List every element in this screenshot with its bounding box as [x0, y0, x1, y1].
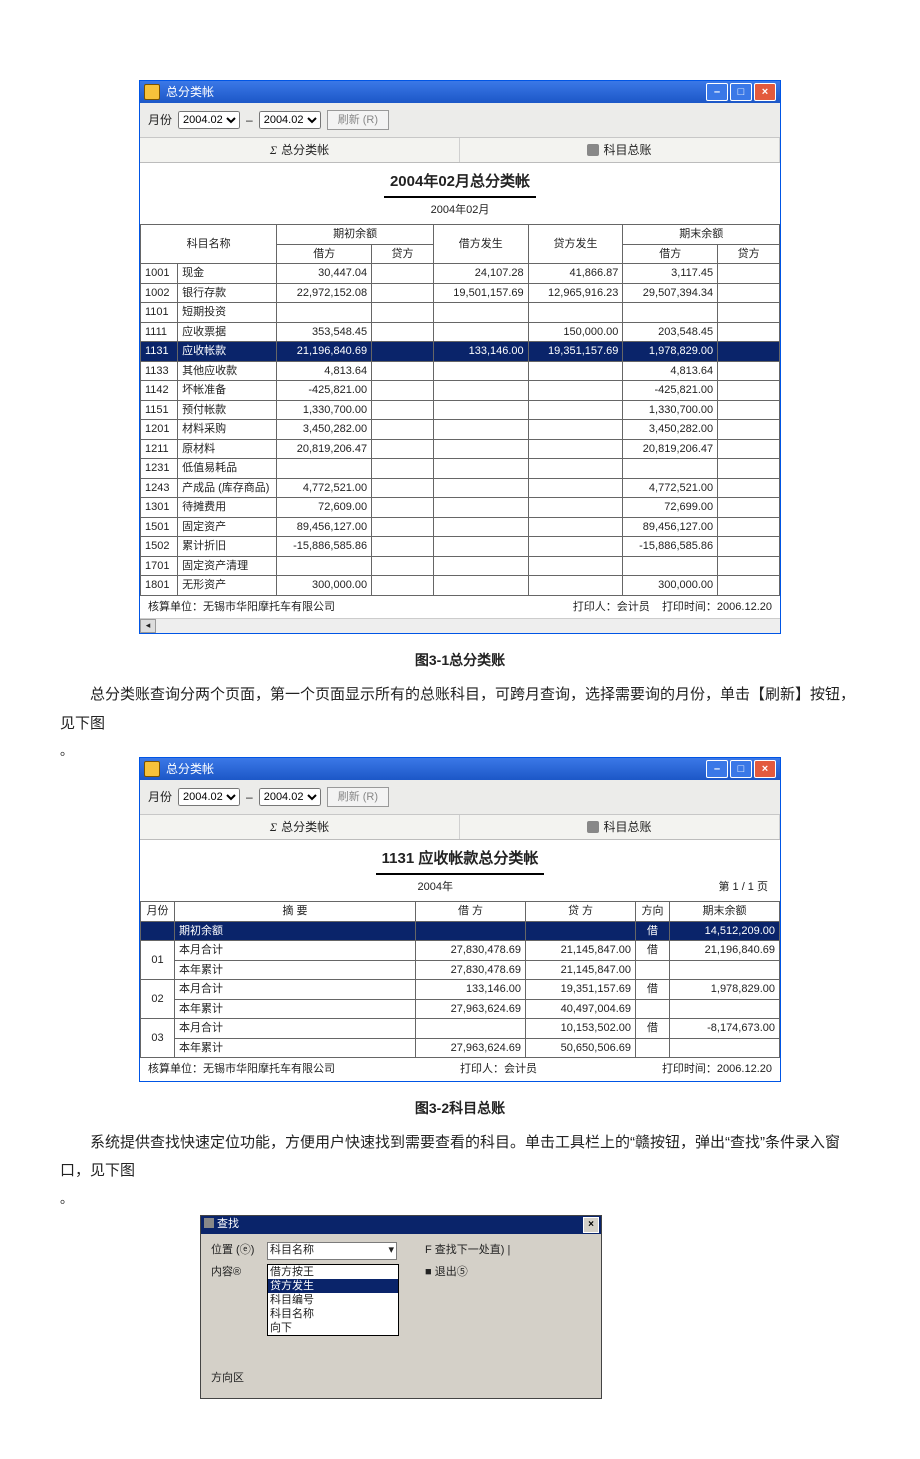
month-from-select[interactable]: 2004.02 [178, 111, 240, 129]
content-label: 内容® [211, 1264, 259, 1281]
table-row[interactable]: 01本月合计27,830,478.6921,145,847.00借21,196,… [141, 941, 780, 961]
refresh-button[interactable]: 刷新 (R) [327, 110, 389, 131]
report-1: 2004年02月总分类帐 2004年02月 科目名称 期初余额 借方发生 贷方发… [140, 163, 780, 633]
report-2-title: 1131 应收帐款总分类帐 [376, 848, 545, 875]
tabbar-1: Σ总分类帐 科目总账 [140, 138, 780, 163]
table-row[interactable]: 期初余额借14,512,209.00 [141, 921, 780, 941]
scroll-left-icon[interactable]: ◂ [140, 619, 156, 633]
table-row[interactable]: 1142坏帐准备-425,821.00-425,821.00 [141, 381, 780, 401]
position-label: 位置 (ⓔ) [211, 1242, 259, 1259]
month-label: 月份 [148, 111, 172, 129]
figure-2-window: 总分类帐 – □ × 月份 2004.02 – 2004.02 刷新 (R) Σ… [139, 757, 781, 1082]
table-row[interactable]: 1002银行存款22,972,152.0819,501,157.6912,965… [141, 283, 780, 303]
table-row[interactable]: 1502累计折旧-15,886,585.86-15,886,585.86 [141, 537, 780, 557]
table-row[interactable]: 1211原材料20,819,206.4720,819,206.47 [141, 439, 780, 459]
figure-1-window: 总分类帐 – □ × 月份 2004.02 – 2004.02 刷新 (R) Σ… [139, 80, 781, 634]
tabbar-2: Σ总分类帐 科目总账 [140, 815, 780, 840]
window-2-title: 总分类帐 [166, 760, 214, 778]
figure-2-caption: 图3-2科目总账 [60, 1098, 860, 1119]
table-row[interactable]: 1301待摊费用72,609.0072,699.00 [141, 498, 780, 518]
tab-account-ledger[interactable]: 科目总账 [460, 815, 780, 839]
close-button[interactable]: × [754, 83, 776, 101]
grid-icon [587, 144, 599, 156]
table-row[interactable]: 1231低值易耗品 [141, 459, 780, 479]
report-2-subtitle: 2004年 [152, 879, 718, 896]
minimize-button[interactable]: – [706, 760, 728, 778]
report-1-footer: 核算单位：无锡市华阳摩托车有限公司 打印人：会计员 打印时间：2006.12.2… [140, 596, 780, 619]
search-icon [204, 1218, 214, 1228]
direction-label: 方向区 [211, 1370, 259, 1387]
table-row[interactable]: 本年累计27,830,478.6921,145,847.00 [141, 960, 780, 980]
h-scrollbar[interactable]: ◂ [140, 618, 780, 633]
table-row[interactable]: 1151预付帐款1,330,700.001,330,700.00 [141, 400, 780, 420]
report-2-page: 第 1 / 1 页 [718, 879, 768, 896]
table-row[interactable]: 1101短期投资 [141, 303, 780, 323]
app-icon [144, 761, 160, 777]
ledger-table-1: 科目名称 期初余额 借方发生 贷方发生 期末余额 借方 贷方 借方 贷方 100… [140, 224, 780, 596]
find-dialog-titlebar: 查找 × [201, 1216, 601, 1234]
table-row[interactable]: 02本月合计133,146.0019,351,157.69借1,978,829.… [141, 980, 780, 1000]
list-item[interactable]: 贷方发生 [268, 1279, 398, 1293]
report-2: 1131 应收帐款总分类帐 2004年 第 1 / 1 页 月份 摘 要 借 方… [140, 840, 780, 1081]
paragraph-1: 总分类账查询分两个页面，第一个页面显示所有的总账科目，可跨月查询，选择需要询的月… [60, 681, 860, 738]
list-item[interactable]: 科目名称 [268, 1307, 398, 1321]
window-1-title: 总分类帐 [166, 83, 214, 101]
list-item[interactable]: 借方按王 [268, 1265, 398, 1279]
app-icon [144, 84, 160, 100]
find-dialog: 查找 × 位置 (ⓔ) 科目名称▾ F 查找下一处直) | 内容® 借方按王贷方… [200, 1215, 602, 1400]
table-row[interactable]: 1131应收帐款21,196,840.69133,146.0019,351,15… [141, 342, 780, 362]
ledger-table-2: 月份 摘 要 借 方 贷 方 方向 期末余额 期初余额借14,512,209.0… [140, 901, 780, 1058]
table-row[interactable]: 1001现金30,447.0424,107.2841,866.873,117.4… [141, 264, 780, 284]
window-1-titlebar: 总分类帐 – □ × [140, 81, 780, 103]
list-item[interactable]: 向下 [268, 1321, 398, 1335]
toolbar-1: 月份 2004.02 – 2004.02 刷新 (R) [140, 103, 780, 138]
bullet-1: 。 [60, 744, 860, 757]
grid-icon [587, 821, 599, 833]
list-item[interactable]: 科目编号 [268, 1293, 398, 1307]
find-next-button[interactable]: F 查找下一处直) | [425, 1244, 510, 1256]
tab-general-ledger[interactable]: Σ总分类帐 [140, 815, 460, 839]
month-to-select[interactable]: 2004.02 [259, 788, 321, 806]
chevron-down-icon: ▾ [388, 1242, 394, 1259]
bullet-2: 。 [60, 1192, 860, 1205]
table-row[interactable]: 1111应收票据353,548.45150,000.00203,548.45 [141, 322, 780, 342]
table-row[interactable]: 本年累计27,963,624.6940,497,004.69 [141, 999, 780, 1019]
toolbar-2: 月份 2004.02 – 2004.02 刷新 (R) [140, 780, 780, 815]
month-from-select[interactable]: 2004.02 [178, 788, 240, 806]
content-select[interactable]: 借方按王贷方发生科目编号科目名称向下 [267, 1264, 397, 1336]
maximize-button[interactable]: □ [730, 83, 752, 101]
report-1-subtitle: 2004年02月 [140, 202, 780, 219]
paragraph-2: 系统提供查找快速定位功能，方便用户快速找到需要查看的科目。单击工具栏上的“赣按钮… [60, 1129, 860, 1186]
table-row[interactable]: 03本月合计10,153,502.00借-8,174,673.00 [141, 1019, 780, 1039]
table-row[interactable]: 本年累计27,963,624.6950,650,506.69 [141, 1038, 780, 1058]
minimize-button[interactable]: – [706, 83, 728, 101]
position-select[interactable]: 科目名称▾ [267, 1242, 397, 1260]
window-2-titlebar: 总分类帐 – □ × [140, 758, 780, 780]
month-to-select[interactable]: 2004.02 [259, 111, 321, 129]
tab-account-ledger[interactable]: 科目总账 [460, 138, 780, 162]
report-1-title: 2004年02月总分类帐 [384, 171, 536, 198]
report-2-footer: 核算单位：无锡市华阳摩托车有限公司 打印人：会计员 打印时间：2006.12.2… [140, 1058, 780, 1081]
table-row[interactable]: 1201材料采购3,450,282.003,450,282.00 [141, 420, 780, 440]
maximize-button[interactable]: □ [730, 760, 752, 778]
table-row[interactable]: 1133其他应收款4,813.644,813.64 [141, 361, 780, 381]
figure-1-caption: 图3-1总分类账 [60, 650, 860, 671]
refresh-button[interactable]: 刷新 (R) [327, 787, 389, 808]
table-row[interactable]: 1801无形资产300,000.00300,000.00 [141, 576, 780, 596]
tab-general-ledger[interactable]: Σ总分类帐 [140, 138, 460, 162]
dialog-close-button[interactable]: × [583, 1217, 599, 1233]
table-row[interactable]: 1501固定资产89,456,127.0089,456,127.00 [141, 517, 780, 537]
table-row[interactable]: 1701固定资产清理 [141, 556, 780, 576]
close-button[interactable]: × [754, 760, 776, 778]
table-row[interactable]: 1243产成品 (库存商品)4,772,521.004,772,521.00 [141, 478, 780, 498]
